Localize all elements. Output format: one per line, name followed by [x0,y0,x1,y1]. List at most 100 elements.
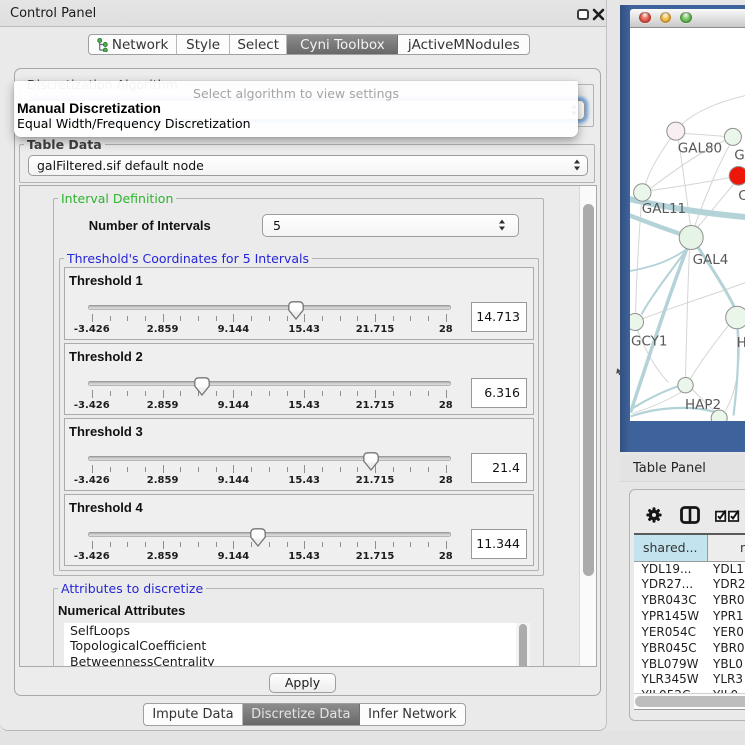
frame-bottom-strip [0,731,745,745]
tab-style[interactable]: Style [177,35,230,54]
major-tick [446,541,447,549]
network-node-gal4[interactable] [679,225,703,249]
cell-name[interactable]: YDL1 [708,562,745,578]
minor-tick [393,467,394,472]
tab-select[interactable]: Select [230,35,287,54]
scrollbar-thumb[interactable] [583,204,595,576]
cell-name[interactable]: YLR3 [708,672,745,688]
cell-shared-name[interactable]: YLR345W [634,672,709,688]
tab-label: Infer Network [368,707,456,722]
close-icon[interactable] [592,8,605,21]
network-node[interactable] [711,410,727,421]
network-edge[interactable] [681,95,745,124]
tick-label: 15.43 [274,400,334,411]
tab-label: Cyni Toolbox [300,37,385,53]
attribute-list-item[interactable]: SelfLoops [64,623,530,639]
scrollbar-thumb[interactable] [519,624,528,668]
tab-cyni-toolbox[interactable]: Cyni Toolbox [287,35,398,54]
threshold-value-field[interactable]: 6.316 [471,378,527,408]
minimize-button[interactable] [660,12,672,24]
network-node-c[interactable] [729,166,745,185]
gear-icon[interactable] [646,507,662,523]
major-tick [375,390,376,398]
cell-shared-name[interactable]: YBR043C [634,593,709,609]
cell-shared-name[interactable]: YER054C [634,625,709,641]
table-row[interactable]: YPR145WYPR1 [634,609,745,625]
network-node-h[interactable] [725,306,745,329]
table-row[interactable]: YER054CYER0 [634,625,745,641]
network-edge[interactable] [690,325,728,378]
threshold-value-field[interactable]: 21.4 [471,453,527,483]
column-header-shared-name[interactable]: shared... [634,535,709,561]
cell-shared-name[interactable]: YDR27... [634,577,709,593]
tab-discretize-data[interactable]: Discretize Data [243,704,360,725]
minor-tick [340,467,341,472]
slider-track[interactable] [88,381,451,386]
zoom-button[interactable] [680,12,692,24]
slider-thumb[interactable] [287,300,305,321]
table-row[interactable]: YDR27...YDR2 [634,577,745,593]
cell-name[interactable]: YPR1 [708,609,745,625]
cell-shared-name[interactable]: YDL19... [634,562,709,578]
float-window-icon[interactable] [577,9,589,20]
dropdown-option-equal-width[interactable]: Equal Width/Frequency Discretization [14,116,578,132]
settings-vertical-scrollbar[interactable] [579,186,596,666]
network-node-gcy1[interactable] [630,313,644,330]
threshold-panel-4: Threshold 4-3.4262.8599.14415.4321.71528… [64,494,534,567]
checkbox-icon[interactable] [715,509,727,522]
dropdown-option-manual[interactable]: Manual Discretization [14,101,578,116]
network-canvas[interactable]: GAL80GACGAL11GAL4GCY1HHAP2 [630,28,745,421]
column-header-name[interactable]: n [708,535,745,561]
attribute-list-item[interactable]: TopologicalCoefficient [64,638,530,654]
slider-track[interactable] [88,532,451,537]
network-edge[interactable] [685,249,689,377]
table-row[interactable]: YBL079WYBL0 [634,657,745,673]
tab-network[interactable]: Network [89,35,177,54]
table-row[interactable]: YLR345WYLR3 [634,672,745,688]
cell-name[interactable]: YDR2 [708,577,745,593]
cell-shared-name[interactable]: YBL079W [634,657,709,673]
network-edge[interactable] [645,138,670,184]
slider-thumb[interactable] [249,527,267,548]
slider-thumb[interactable] [193,376,211,397]
cell-name[interactable]: YER0 [708,625,745,641]
slider-track[interactable] [88,456,451,461]
scrollbar-thumb[interactable] [635,696,745,707]
table-horizontal-scrollbar[interactable] [634,693,745,708]
cell-shared-name[interactable]: YPR145W [634,609,709,625]
cell-name[interactable]: YBR0 [708,593,745,609]
dropdown-hint-item[interactable]: Select algorithm to view settings [14,86,578,101]
major-tick [446,465,447,473]
tab-jactivemnodules[interactable]: jActiveMNodules [398,35,529,54]
close-button[interactable] [639,12,651,24]
attributes-list-scrollbar[interactable] [516,623,531,668]
table-data-combo[interactable]: galFiltered.sif default node [28,155,588,176]
network-node-gal11[interactable] [633,183,650,200]
major-tick [233,314,234,322]
number-of-intervals-spinner[interactable]: 5 [262,214,519,237]
cell-name[interactable]: YBL0 [708,657,745,673]
slider-thumb[interactable] [362,451,380,472]
cell-shared-name[interactable]: YBR045C [634,641,709,657]
tab-infer-network[interactable]: Infer Network [360,704,465,725]
table-row[interactable]: YDL19...YDL1 [634,562,745,578]
cell-name[interactable]: YBR0 [708,641,745,657]
split-view-icon[interactable] [680,506,700,524]
threshold-value-field[interactable]: 11.344 [471,529,527,559]
slider-track[interactable] [88,305,451,310]
network-node-ga[interactable] [724,128,741,145]
threshold-value-field[interactable]: 14.713 [471,302,527,332]
attribute-list-item[interactable]: BetweennessCentrality [64,654,530,667]
network-edge[interactable] [684,133,724,136]
table-row[interactable]: YBR045CYBR0 [634,641,745,657]
tick-label: 21.715 [345,400,405,411]
table-row[interactable]: YBR043CYBR0 [634,593,745,609]
apply-button[interactable]: Apply [269,673,336,693]
tick-label: 9.144 [203,551,263,562]
numerical-attributes-list[interactable]: SelfLoopsTopologicalCoefficientBetweenne… [64,623,530,668]
network-node-hap2[interactable] [677,377,692,392]
tick-label: -3.426 [62,551,122,562]
tab-impute-data[interactable]: Impute Data [144,704,243,725]
network-node-gal80[interactable] [666,122,684,140]
checkbox-icon[interactable] [728,509,740,522]
